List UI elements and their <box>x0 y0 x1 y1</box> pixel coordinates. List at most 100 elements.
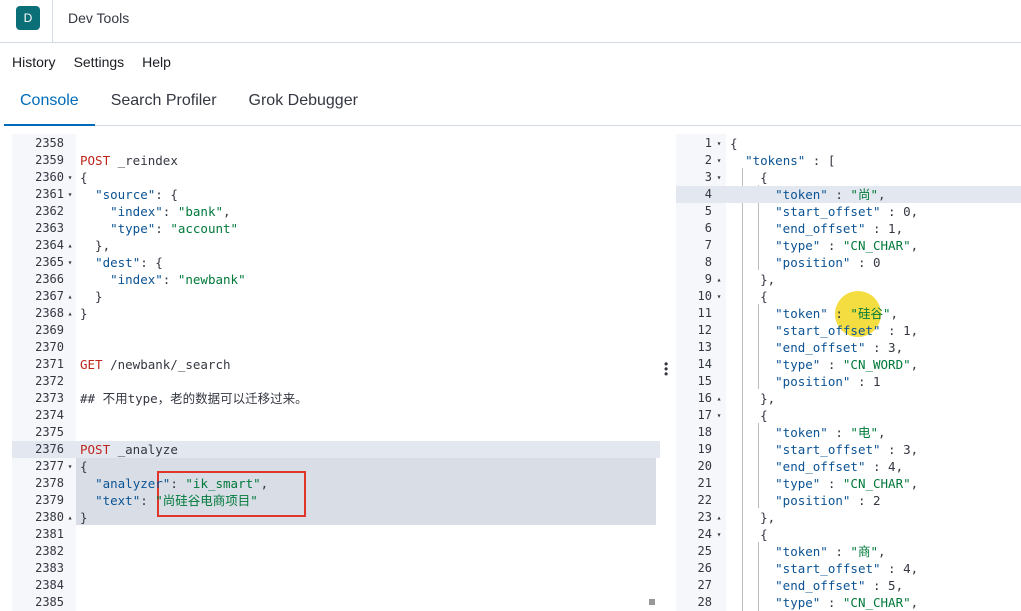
editor-line[interactable]: 2384 <box>12 577 660 594</box>
fold-toggle-icon[interactable]: ▾ <box>714 288 724 305</box>
code-text: "type" : "CN_CHAR", <box>775 476 919 491</box>
code-text: "end_offset" : 3, <box>775 340 904 355</box>
code-text: }, <box>730 510 776 525</box>
editor-line[interactable]: 2363 "type": "account" <box>12 220 660 237</box>
fold-toggle-icon[interactable]: ▾ <box>65 186 75 203</box>
line-number: 2380 <box>35 510 64 524</box>
fold-toggle-icon[interactable]: ▴ <box>714 271 724 288</box>
line-number: 4 <box>704 187 712 201</box>
fold-toggle-icon[interactable]: ▾ <box>65 458 75 475</box>
output-line: 10 ▾ { <box>676 288 1021 305</box>
code-text: "start_offset" : 3, <box>775 442 919 457</box>
fold-toggle-icon[interactable]: ▴ <box>65 288 75 305</box>
line-number: 18 <box>697 425 712 439</box>
line-number: 27 <box>697 578 712 592</box>
editor-line[interactable]: 2368 ▴} <box>12 305 660 322</box>
fold-toggle-icon[interactable]: ▾ <box>714 135 724 152</box>
line-number: 3 <box>704 170 712 184</box>
editor-line[interactable]: 2383 <box>12 560 660 577</box>
output-line: 1 ▾ { <box>676 135 1021 152</box>
output-line: 18 "token" : "电", <box>676 424 1021 441</box>
tab-console[interactable]: Console <box>4 82 95 126</box>
fold-toggle-icon[interactable]: ▴ <box>65 237 75 254</box>
fold-toggle-icon[interactable]: ▴ <box>714 390 724 407</box>
code-text: "token" : "硅谷", <box>775 306 899 321</box>
output-line: 12 "start_offset" : 1, <box>676 322 1021 339</box>
fold-toggle-icon[interactable]: ▴ <box>714 509 724 526</box>
code-text: { <box>80 170 88 185</box>
fold-toggle-icon[interactable]: ▾ <box>714 169 724 186</box>
fold-toggle-icon[interactable]: ▴ <box>65 509 75 526</box>
editor-line[interactable]: 2360 ▾ { <box>12 169 660 186</box>
editor-line[interactable]: 2373 ## 不用type，老的数据可以迁移过来。 <box>12 390 660 407</box>
tab-search-profiler[interactable]: Search Profiler <box>95 82 233 126</box>
editor-line[interactable]: 2374 <box>12 407 660 424</box>
editor-line[interactable]: 2366 "index": "newbank" <box>12 271 660 288</box>
code-text: "type" : "CN_CHAR", <box>775 238 919 253</box>
editor-line[interactable]: 2359 POST _reindex <box>12 152 660 169</box>
editor-line[interactable]: 2385 <box>12 594 660 611</box>
editor-line[interactable]: 2367 ▴ } <box>12 288 660 305</box>
line-number: 2384 <box>35 578 64 592</box>
editor-line[interactable]: 2370 <box>12 339 660 356</box>
fold-toggle-icon[interactable]: ▾ <box>65 254 75 271</box>
code-text: "end_offset" : 4, <box>775 459 904 474</box>
output-line: 27 "end_offset" : 5, <box>676 577 1021 594</box>
line-number: 2383 <box>35 561 64 575</box>
output-line: 14 "type" : "CN_WORD", <box>676 356 1021 373</box>
line-number: 2365 <box>35 255 64 269</box>
fold-toggle-icon[interactable]: ▾ <box>714 152 724 169</box>
app-logo[interactable]: D <box>16 6 40 30</box>
line-number: 2379 <box>35 493 64 507</box>
line-number: 14 <box>697 357 712 371</box>
editor-line[interactable]: 2377 ▾ { <box>12 458 660 475</box>
output-line: 23 ▴ }, <box>676 509 1021 526</box>
editor-line[interactable]: 2362 "index": "bank", <box>12 203 660 220</box>
code-text: "token" : "尚", <box>775 187 886 202</box>
output-line: 9 ▴ }, <box>676 271 1021 288</box>
code-text: }, <box>730 391 776 406</box>
menu-settings[interactable]: Settings <box>74 54 125 70</box>
editor-line[interactable]: 2371 GET /newbank/_search <box>12 356 660 373</box>
line-number: 9 <box>704 272 712 286</box>
fold-toggle-icon[interactable]: ▴ <box>65 305 75 322</box>
tab-grok-debugger[interactable]: Grok Debugger <box>233 82 374 126</box>
code-text: }, <box>80 238 111 253</box>
editor-line[interactable]: 2361 ▾ "source": { <box>12 186 660 203</box>
code-text: "text": "尚硅谷电商项目" <box>95 493 258 508</box>
line-number: 2374 <box>35 408 64 422</box>
output-line: 19 "start_offset" : 3, <box>676 441 1021 458</box>
editor-line[interactable]: 2358 <box>12 135 660 152</box>
editor-line[interactable]: 2378 "analyzer": "ik_smart", <box>12 475 660 492</box>
editor-line[interactable]: 2376 POST _analyze <box>12 441 660 458</box>
editor-line[interactable]: 2379 "text": "尚硅谷电商项目" <box>12 492 660 509</box>
editor-line[interactable]: 2372 <box>12 373 660 390</box>
editor-line[interactable]: 2369 <box>12 322 660 339</box>
line-number: 2376 <box>35 442 64 456</box>
line-number: 2373 <box>35 391 64 405</box>
output-line: 26 "start_offset" : 4, <box>676 560 1021 577</box>
vertical-ellipsis-icon[interactable]: • • • <box>664 358 668 380</box>
line-number: 2 <box>704 153 712 167</box>
line-number: 24 <box>697 527 712 541</box>
code-text: } <box>80 306 88 321</box>
fold-toggle-icon[interactable]: ▾ <box>714 407 724 424</box>
fold-toggle-icon[interactable]: ▾ <box>65 169 75 186</box>
menu-help[interactable]: Help <box>142 54 171 70</box>
line-number: 2361 <box>35 187 64 201</box>
line-number: 2360 <box>35 170 64 184</box>
line-number: 23 <box>697 510 712 524</box>
output-line: 15 "position" : 1 <box>676 373 1021 390</box>
editor-line[interactable]: 2375 <box>12 424 660 441</box>
editor-line[interactable]: 2364 ▴ }, <box>12 237 660 254</box>
editor-line[interactable]: 2381 <box>12 526 660 543</box>
code-text: "index": "newbank" <box>110 272 246 287</box>
line-number: 2372 <box>35 374 64 388</box>
editor-line[interactable]: 2382 <box>12 543 660 560</box>
fold-toggle-icon[interactable]: ▾ <box>714 526 724 543</box>
editor-line[interactable]: 2380 ▴} <box>12 509 660 526</box>
request-editor[interactable]: 2358 2359 POST _reindex 2360 ▾{2361 ▾ "source… <box>12 134 660 611</box>
menu-history[interactable]: History <box>12 54 56 70</box>
editor-line[interactable]: 2365 ▾ "dest": { <box>12 254 660 271</box>
line-number: 16 <box>697 391 712 405</box>
